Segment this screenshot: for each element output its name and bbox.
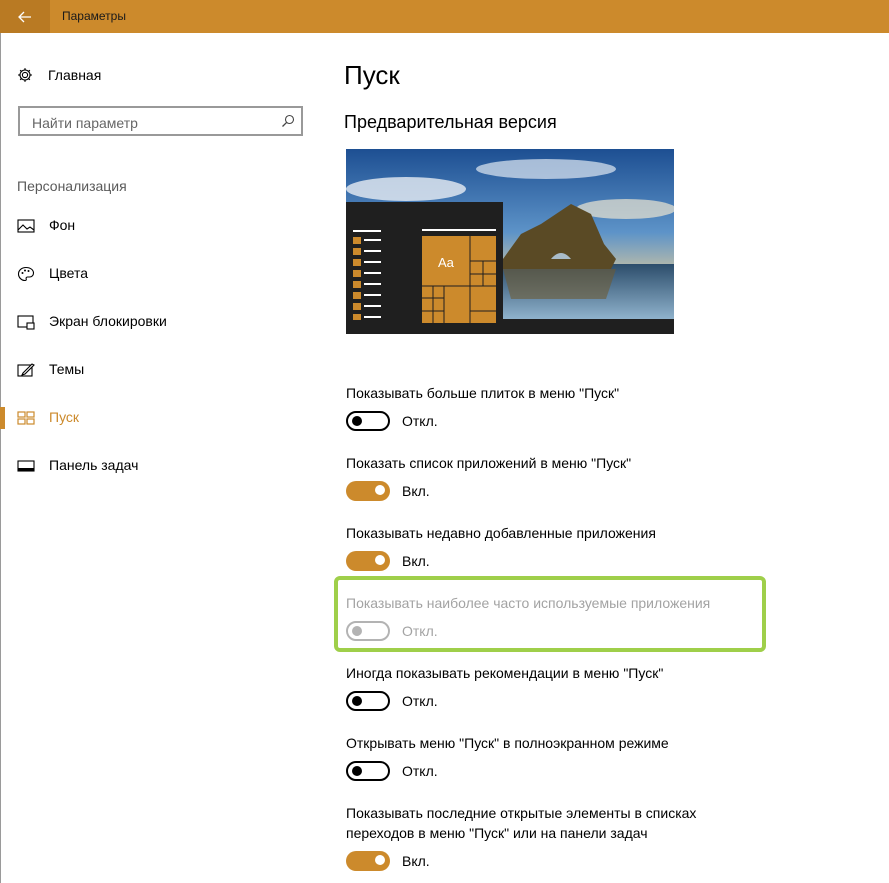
- palette-icon: [17, 266, 35, 282]
- title-bar: Параметры: [0, 0, 889, 33]
- gear-icon: [18, 68, 32, 82]
- setting-label: Иногда показывать рекомендации в меню "П…: [346, 665, 664, 681]
- sidebar-item-label: Пуск: [49, 409, 80, 425]
- setting-label: Показать список приложений в меню "Пуск": [346, 455, 632, 471]
- suggestions-toggle[interactable]: [346, 691, 390, 711]
- most-used-toggle[interactable]: [346, 621, 390, 641]
- themes-icon: [17, 363, 35, 377]
- setting-recent-items: Показывать последние открытые элементы в…: [346, 803, 736, 871]
- app-list-toggle[interactable]: [346, 481, 390, 501]
- picture-icon: [17, 219, 35, 233]
- back-arrow-icon: [18, 11, 31, 22]
- lock-screen-icon: [17, 315, 35, 330]
- home-label: Главная: [48, 67, 102, 83]
- section-label: Персонализация: [17, 178, 127, 194]
- preview-tile-text: Aa: [438, 255, 455, 270]
- full-screen-toggle[interactable]: [346, 761, 390, 781]
- sidebar-item-start[interactable]: Пуск: [0, 403, 300, 433]
- sidebar-item-taskbar[interactable]: Панель задач: [0, 451, 300, 481]
- setting-suggestions: Иногда показывать рекомендации в меню "П…: [346, 663, 663, 711]
- setting-label: Открывать меню "Пуск" в полноэкранном ре…: [346, 735, 669, 751]
- sidebar-item-label: Цвета: [49, 265, 88, 281]
- setting-most-used: Показывать наиболее часто используемые п…: [346, 593, 710, 641]
- sidebar-item-label: Экран блокировки: [49, 313, 167, 329]
- setting-more-tiles: Показывать больше плиток в меню "Пуск" О…: [346, 383, 619, 431]
- active-indicator: [0, 407, 5, 429]
- window-title: Параметры: [62, 9, 126, 23]
- toggle-state: Вкл.: [402, 853, 430, 869]
- home-link[interactable]: Главная: [17, 64, 101, 86]
- start-preview-image: Aa: [346, 149, 674, 334]
- sidebar-item-themes[interactable]: Темы: [0, 355, 300, 385]
- page-title: Пуск: [344, 60, 400, 90]
- back-button[interactable]: [0, 0, 50, 33]
- setting-label: Показывать недавно добавленные приложени…: [346, 525, 656, 541]
- sidebar-item-colors[interactable]: Цвета: [0, 259, 300, 289]
- sidebar-item-background[interactable]: Фон: [0, 211, 300, 241]
- recently-added-toggle[interactable]: [346, 551, 390, 571]
- toggle-state: Вкл.: [402, 553, 430, 569]
- toggle-state: Откл.: [402, 413, 438, 429]
- toggle-state: Вкл.: [402, 483, 430, 499]
- start-icon: [17, 411, 35, 425]
- recent-items-toggle[interactable]: [346, 851, 390, 871]
- setting-recently-added: Показывать недавно добавленные приложени…: [346, 523, 656, 571]
- setting-label: Показывать наиболее часто используемые п…: [346, 595, 711, 611]
- toggle-state: Откл.: [402, 623, 438, 639]
- setting-label: Показывать последние открытые элементы в…: [346, 805, 697, 841]
- setting-app-list: Показать список приложений в меню "Пуск"…: [346, 453, 631, 501]
- preview-heading: Предварительная версия: [344, 112, 557, 132]
- sidebar-item-lock-screen[interactable]: Экран блокировки: [0, 307, 300, 337]
- sidebar-item-label: Панель задач: [49, 457, 139, 473]
- search-input[interactable]: [30, 112, 279, 134]
- toggle-state: Откл.: [402, 763, 438, 779]
- setting-full-screen: Открывать меню "Пуск" в полноэкранном ре…: [346, 733, 669, 781]
- more-tiles-toggle[interactable]: [346, 411, 390, 431]
- setting-label: Показывать больше плиток в меню "Пуск": [346, 385, 620, 401]
- search-box[interactable]: [18, 106, 303, 136]
- toggle-state: Откл.: [402, 693, 438, 709]
- sidebar-item-label: Фон: [49, 217, 76, 233]
- sidebar-item-label: Темы: [49, 361, 85, 377]
- search-icon[interactable]: [281, 114, 295, 128]
- taskbar-icon: [17, 460, 35, 472]
